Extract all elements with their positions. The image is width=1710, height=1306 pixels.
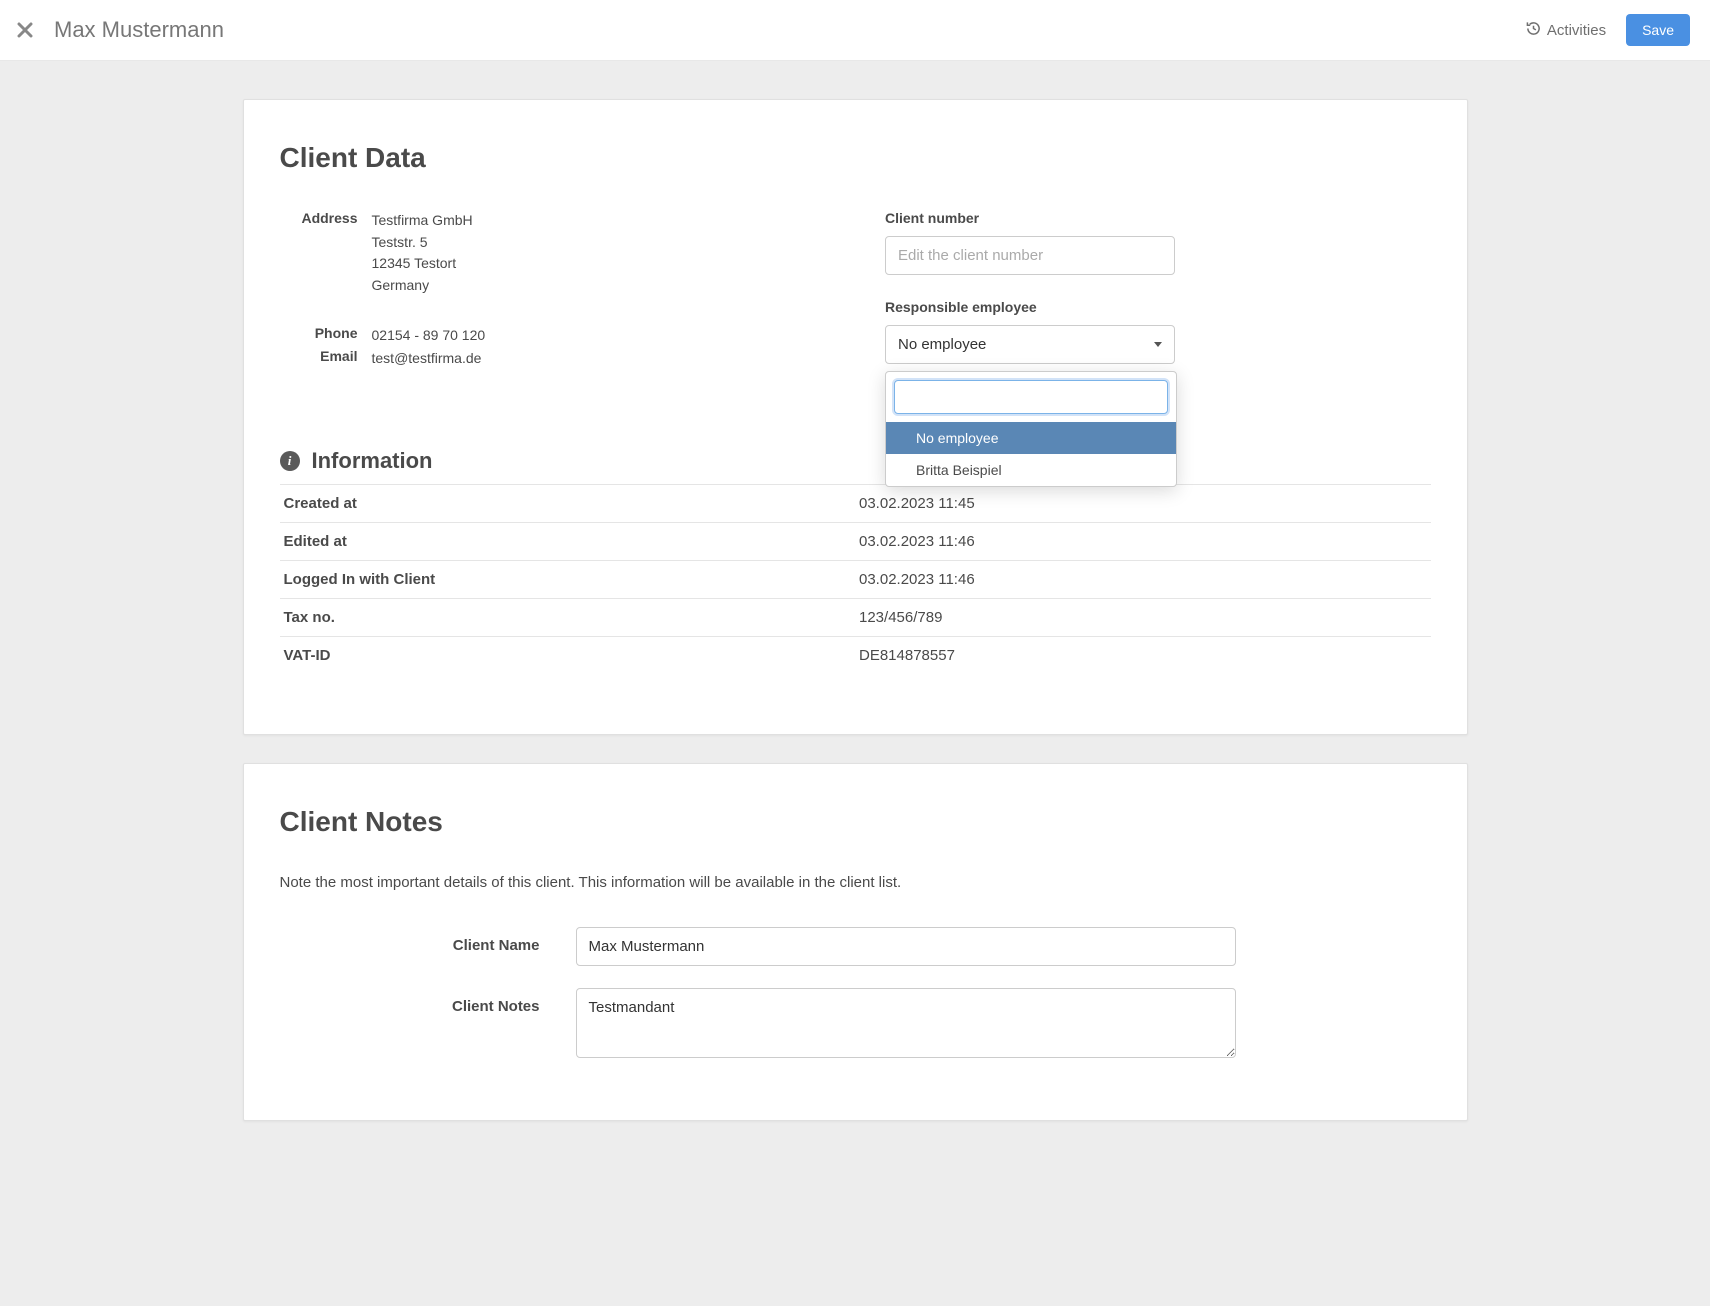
address-city: 12345 Testort	[372, 253, 826, 275]
info-row: Created at 03.02.2023 11:45	[280, 485, 1431, 523]
address-street: Teststr. 5	[372, 232, 826, 254]
topbar: Max Mustermann Activities Save	[0, 0, 1710, 61]
client-number-label: Client number	[885, 210, 1431, 226]
email-value: test@testfirma.de	[372, 348, 826, 370]
page-title: Max Mustermann	[54, 17, 224, 43]
responsible-employee-select[interactable]: No employee	[885, 325, 1175, 364]
info-value: DE814878557	[855, 637, 1431, 675]
email-label: Email	[280, 348, 358, 370]
info-row: Edited at 03.02.2023 11:46	[280, 523, 1431, 561]
info-label: Edited at	[280, 523, 856, 561]
info-value: 03.02.2023 11:45	[855, 485, 1431, 523]
information-header: i Information	[280, 448, 1431, 474]
close-icon[interactable]	[16, 21, 34, 39]
responsible-employee-dropdown: No employee Britta Beispiel	[885, 371, 1177, 487]
info-row: Tax no. 123/456/789	[280, 599, 1431, 637]
phone-label: Phone	[280, 325, 358, 347]
dropdown-search-input[interactable]	[894, 380, 1168, 414]
client-data-columns: Address Testfirma GmbH Teststr. 5 12345 …	[280, 210, 1431, 388]
responsible-selected-value: No employee	[898, 336, 986, 353]
info-icon: i	[280, 451, 300, 471]
info-value: 03.02.2023 11:46	[855, 561, 1431, 599]
client-data-card: Client Data Address Testfirma GmbH Tests…	[243, 99, 1468, 735]
info-label: Logged In with Client	[280, 561, 856, 599]
activities-label: Activities	[1547, 22, 1606, 39]
info-row: VAT-ID DE814878557	[280, 637, 1431, 675]
chevron-down-icon	[1154, 342, 1162, 347]
client-notes-row: Client Notes	[280, 988, 1431, 1058]
responsible-employee-label: Responsible employee	[885, 299, 1431, 315]
info-label: VAT-ID	[280, 637, 856, 675]
client-name-row: Client Name	[280, 927, 1431, 966]
dropdown-option-no-employee[interactable]: No employee	[886, 422, 1176, 454]
main-content: Client Data Address Testfirma GmbH Tests…	[243, 99, 1468, 1121]
information-title: Information	[312, 448, 433, 474]
client-notes-title: Client Notes	[280, 806, 1431, 838]
topbar-right: Activities Save	[1526, 14, 1690, 46]
info-label: Created at	[280, 485, 856, 523]
dropdown-option-britta[interactable]: Britta Beispiel	[886, 454, 1176, 486]
client-data-left: Address Testfirma GmbH Teststr. 5 12345 …	[280, 210, 826, 388]
client-data-right: Client number Responsible employee No em…	[885, 210, 1431, 388]
phone-value: 02154 - 89 70 120	[372, 325, 826, 347]
address-label: Address	[280, 210, 358, 297]
save-button[interactable]: Save	[1626, 14, 1690, 46]
client-notes-textarea[interactable]	[576, 988, 1236, 1058]
info-label: Tax no.	[280, 599, 856, 637]
info-row: Logged In with Client 03.02.2023 11:46	[280, 561, 1431, 599]
client-notes-description: Note the most important details of this …	[280, 874, 1431, 891]
info-value: 03.02.2023 11:46	[855, 523, 1431, 561]
client-data-title: Client Data	[280, 142, 1431, 174]
client-notes-label: Client Notes	[280, 988, 540, 1015]
client-number-group: Client number	[885, 210, 1431, 275]
client-number-input[interactable]	[885, 236, 1175, 275]
dropdown-list: No employee Britta Beispiel	[886, 422, 1176, 486]
address-company: Testfirma GmbH	[372, 210, 826, 232]
information-table: Created at 03.02.2023 11:45 Edited at 03…	[280, 484, 1431, 674]
address-value: Testfirma GmbH Teststr. 5 12345 Testort …	[372, 210, 826, 297]
history-icon	[1526, 21, 1541, 40]
responsible-employee-group: Responsible employee No employee No empl…	[885, 299, 1431, 364]
dropdown-search-wrap	[886, 380, 1176, 422]
address-country: Germany	[372, 275, 826, 297]
activities-link[interactable]: Activities	[1526, 21, 1606, 40]
topbar-left: Max Mustermann	[16, 17, 224, 43]
info-value: 123/456/789	[855, 599, 1431, 637]
client-name-input[interactable]	[576, 927, 1236, 966]
client-notes-card: Client Notes Note the most important det…	[243, 763, 1468, 1121]
client-name-label: Client Name	[280, 927, 540, 954]
